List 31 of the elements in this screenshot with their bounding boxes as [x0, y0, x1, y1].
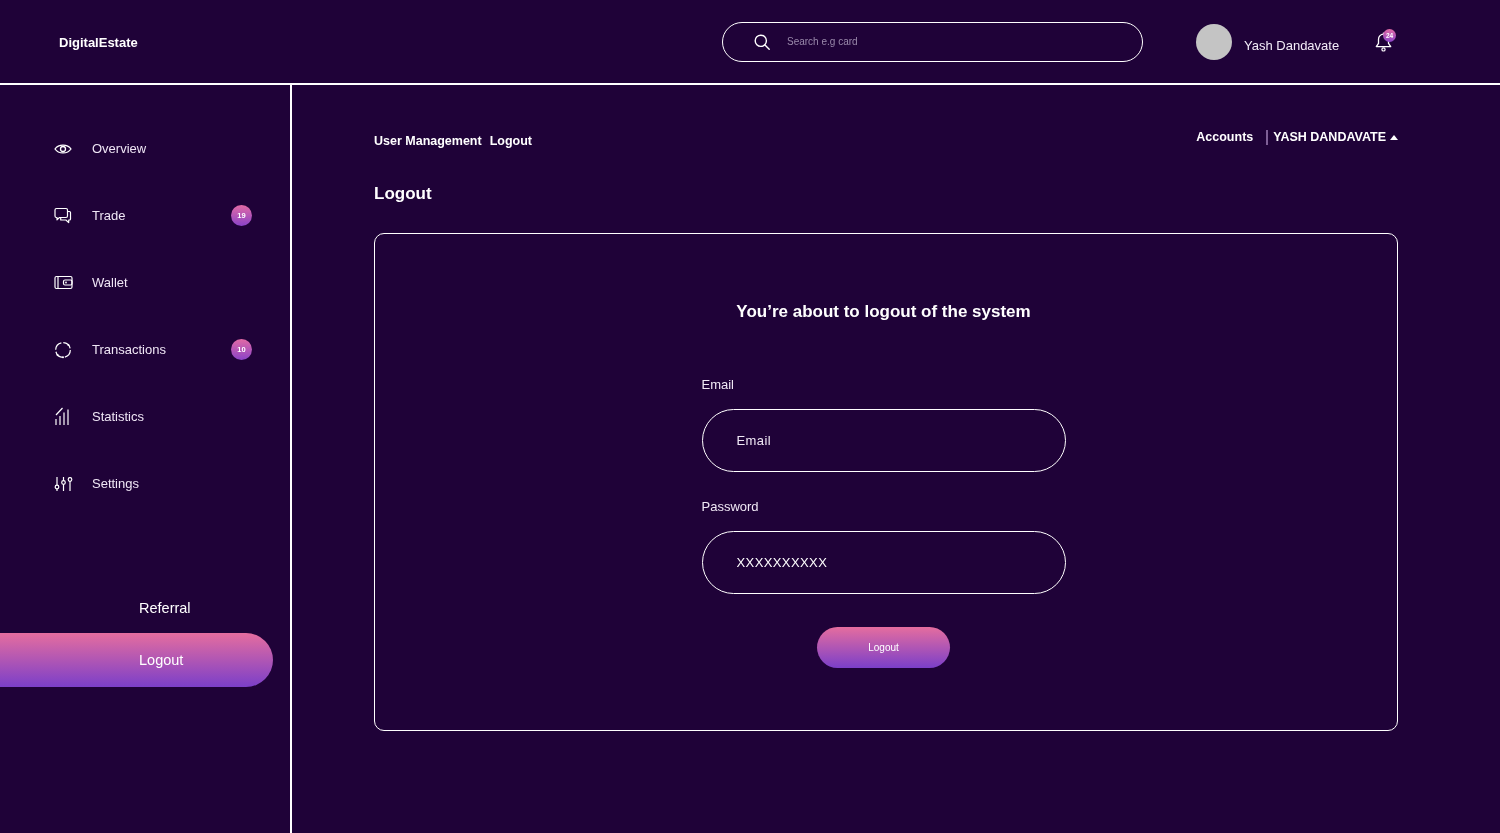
nav-link[interactable]: Trade	[92, 208, 126, 223]
nav-link[interactable]: Referral	[139, 600, 191, 617]
breadcrumb-link[interactable]: User Management	[374, 133, 482, 149]
chat-bubbles-icon[interactable]	[54, 207, 72, 224]
eye-icon[interactable]	[54, 142, 72, 155]
nav-link[interactable]: Settings	[92, 476, 139, 491]
logo-text[interactable]: DigitalEstate	[59, 34, 138, 50]
field-label: Password	[701, 499, 759, 515]
circular-arrows-icon[interactable]	[54, 340, 72, 359]
bar-chart-icon[interactable]	[54, 407, 70, 426]
sliders-icon[interactable]	[54, 475, 73, 492]
nav-link[interactable]: Wallet	[92, 275, 128, 290]
input-field[interactable]: Email	[701, 409, 1066, 472]
field-label: Email	[701, 377, 734, 393]
nav-link[interactable]: Statistics	[92, 409, 144, 424]
logout-button[interactable]: Logout	[817, 627, 950, 668]
breadcrumb-link[interactable]: Logout	[489, 133, 533, 149]
search-icon	[754, 33, 770, 50]
nav-link[interactable]: Overview	[92, 141, 147, 156]
wallet-icon[interactable]	[54, 275, 73, 290]
input-field[interactable]: XXXXXXXXXX	[701, 531, 1066, 594]
accounts-link[interactable]: Accounts	[1196, 129, 1254, 145]
active-nav-button[interactable]: Logout	[0, 633, 273, 687]
account-menu-button[interactable]: YASH DANDAVATE	[1273, 129, 1398, 145]
user-name: Yash Dandavate	[1244, 37, 1340, 53]
page-title: Logout	[374, 184, 432, 204]
nav-link[interactable]: Transactions	[92, 342, 166, 357]
search-field[interactable]: Search e.g card	[722, 21, 1143, 62]
caret-icon	[1390, 134, 1398, 140]
card-heading: You’re about to logout of the system	[736, 301, 1031, 323]
avatar-placeholder[interactable]	[1196, 23, 1232, 60]
